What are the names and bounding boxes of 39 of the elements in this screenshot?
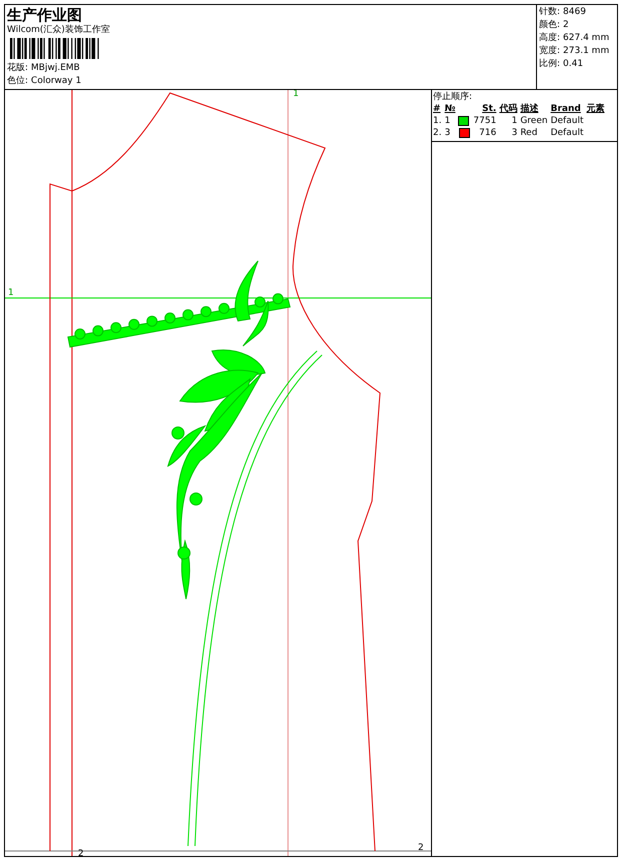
stat-label: 颜色: [539, 20, 560, 30]
stat-value: 2 [563, 20, 569, 30]
stat-value: 273.1 mm [563, 46, 610, 56]
guide-label: 1 [8, 288, 14, 298]
table-cell-text: 3 [444, 127, 452, 139]
guide-label: 2 [78, 849, 84, 856]
stat-value: 0.41 [563, 59, 584, 69]
section-title: 停止顺序: [433, 91, 474, 103]
table-cell-text: 716 [478, 127, 496, 139]
column-header: 代码 [499, 103, 520, 115]
table-cell-text: 1. [433, 115, 443, 127]
table-cell: 1 [444, 115, 458, 127]
stat-label: 针数: [539, 7, 560, 17]
table-cell-text: Default [550, 115, 584, 127]
table-cell-text: Red [520, 127, 538, 139]
stat-value: 627.4 mm [563, 33, 610, 43]
column-header: 元素 [586, 103, 606, 115]
company-name: Wilcom(汇众)装饰工作室 [7, 24, 110, 36]
field-label: 色位: [7, 76, 28, 86]
table-cell: 1 [499, 115, 520, 127]
column-header: # [433, 103, 445, 115]
stat-value: 8469 [563, 7, 586, 17]
guide-label: 2 [418, 843, 424, 853]
table-cell-text: Default [550, 127, 584, 139]
column-header: St. [458, 103, 500, 115]
stat-label: 比例: [539, 59, 560, 69]
column-header: Brand [550, 103, 586, 115]
table-cell: 7751 [473, 115, 496, 127]
table-cell-text: 3 [510, 127, 518, 139]
column-header: 描述 [520, 103, 551, 115]
stat-label: 宽度: [539, 46, 560, 56]
table-cell-text: Green [520, 115, 549, 127]
field-value: Colorway 1 [31, 76, 82, 86]
field-value: MBjwj.EMB [31, 63, 80, 73]
stat-label: 高度: [539, 33, 560, 43]
table-cell-text: 2. [433, 127, 443, 139]
field-label: 花版: [7, 63, 28, 73]
column-header: № [444, 103, 456, 115]
sheet-title: 生产作业图 [7, 6, 82, 24]
